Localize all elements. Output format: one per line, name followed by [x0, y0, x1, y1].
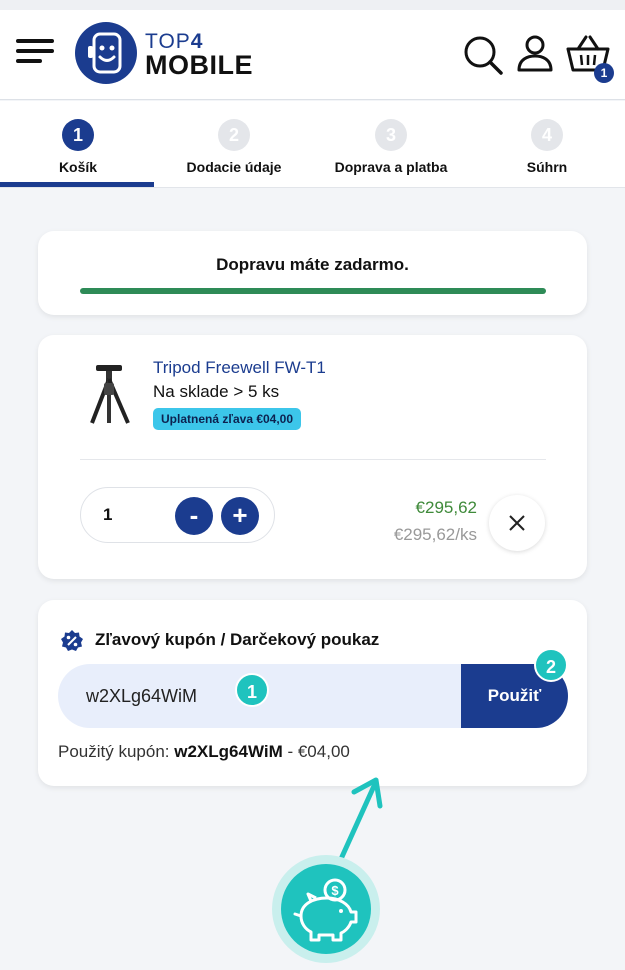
product-name-link[interactable]: Tripod Freewell FW-T1 — [153, 358, 326, 378]
increase-quantity-button[interactable]: + — [221, 497, 259, 535]
item-price: €295,62 — [415, 498, 477, 517]
applied-coupon-info: Použitý kupón: w2XLg64WiM - €04,00 — [58, 742, 350, 762]
menu-icon[interactable] — [16, 36, 54, 66]
step-marker-1: 1 — [235, 673, 269, 707]
active-step-underline — [0, 182, 154, 187]
top-strip — [0, 0, 625, 10]
step-label: Dodacie údaje — [186, 159, 282, 175]
step-number: 2 — [218, 119, 250, 151]
checkout-steps: 1 Košík 2 Dodacie údaje 3 Doprava a plat… — [0, 101, 625, 188]
step-label: Košík — [58, 159, 98, 175]
quantity-stepper: 1 - + — [80, 487, 275, 543]
product-image[interactable] — [82, 363, 138, 425]
step-number: 3 — [375, 119, 407, 151]
free-shipping-progress-bar — [80, 288, 546, 294]
step-label: Doprava a platba — [334, 159, 448, 175]
unit-price: €295,62/ks — [393, 525, 477, 544]
step-label: Súhrn — [526, 159, 568, 175]
logo-text: MOBILE — [145, 50, 253, 80]
applied-coupon-code: w2XLg64WiM — [174, 742, 283, 761]
divider — [80, 459, 546, 460]
step-marker-2: 2 — [534, 648, 568, 682]
step-cart[interactable]: 1 Košík — [0, 101, 156, 188]
step-number: 1 — [62, 119, 94, 151]
coupon-title: Zľavový kupón / Darčekový poukaz — [95, 630, 380, 649]
piggy-bank-icon: $ — [281, 864, 371, 954]
product-stock: Na sklade > 5 ks — [153, 382, 280, 401]
close-icon — [509, 515, 525, 531]
logo-icon[interactable] — [75, 22, 137, 84]
svg-text:$: $ — [331, 883, 339, 898]
free-shipping-card: Dopravu máte zadarmo. — [38, 231, 587, 315]
decrease-quantity-button[interactable]: - — [175, 497, 213, 535]
step-summary[interactable]: 4 Súhrn — [469, 101, 625, 188]
step-delivery-details[interactable]: 2 Dodacie údaje — [156, 101, 312, 188]
search-icon[interactable] — [462, 34, 504, 81]
free-shipping-text: Dopravu máte zadarmo. — [216, 255, 409, 274]
discount-badge: Uplatnená zľava €04,00 — [153, 408, 302, 430]
cart-count-badge: 1 — [594, 63, 614, 83]
applied-coupon-label: Použitý kupón: — [58, 742, 170, 761]
coupon-card: Zľavový kupón / Darčekový poukaz Použiť … — [38, 600, 587, 786]
discount-icon — [60, 629, 84, 653]
cart-item-card: Tripod Freewell FW-T1 Na sklade > 5 ks U… — [38, 335, 587, 579]
step-shipping-payment[interactable]: 3 Doprava a platba — [313, 101, 469, 188]
header: TOP4 MOBILE 1 — [0, 0, 625, 100]
step-number: 4 — [531, 119, 563, 151]
user-icon[interactable] — [516, 34, 554, 77]
remove-item-button[interactable] — [489, 495, 545, 551]
quantity-value[interactable]: 1 — [103, 505, 112, 525]
applied-coupon-amount: - €04,00 — [287, 742, 350, 761]
